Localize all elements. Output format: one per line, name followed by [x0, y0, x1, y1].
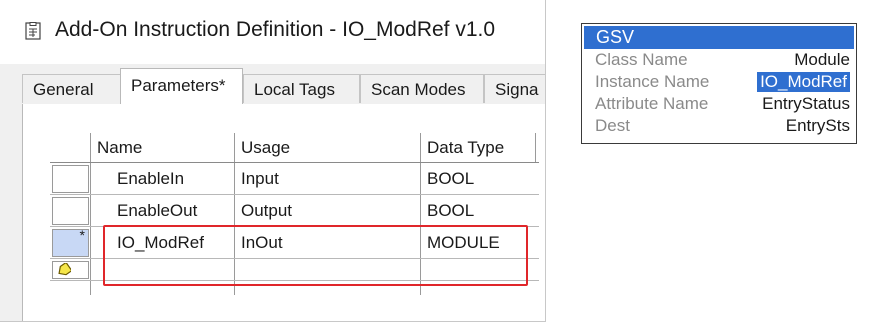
tab-parameters[interactable]: Parameters*	[120, 68, 243, 104]
dialog-title: Add-On Instruction Definition - IO_ModRe…	[55, 18, 496, 41]
grid-divider	[535, 133, 536, 162]
row-selector[interactable]	[52, 165, 89, 193]
tab-scan-modes[interactable]: Scan Modes	[360, 74, 484, 103]
grid-divider	[50, 162, 539, 163]
gsv-field-label: Dest	[595, 116, 630, 135]
gsv-field-label: Attribute Name	[595, 94, 709, 113]
add-on-instruction-icon	[25, 22, 41, 40]
column-header-usage[interactable]: Usage	[235, 133, 421, 162]
param-name[interactable]: EnableIn	[117, 164, 184, 194]
gsv-instruction-block[interactable]: GSV Class Name Module Instance Name IO_M…	[581, 23, 857, 144]
column-header-data-type[interactable]: Data Type	[421, 133, 539, 162]
gsv-field-value-selected[interactable]: IO_ModRef	[757, 72, 850, 92]
param-usage[interactable]: Output	[241, 196, 292, 226]
edit-marker: *	[79, 227, 85, 243]
tab-strip: General Parameters* Local Tags Scan Mode…	[22, 68, 545, 105]
row-selector[interactable]	[52, 197, 89, 225]
gsv-field-value[interactable]: EntryStatus	[762, 94, 850, 114]
gsv-field-value[interactable]: EntrySts	[786, 116, 850, 136]
tab-general[interactable]: General	[22, 74, 121, 103]
tab-signature[interactable]: Signa	[484, 74, 545, 103]
highlight-annotation	[103, 225, 528, 286]
aoi-definition-dialog: Add-On Instruction Definition - IO_ModRe…	[0, 0, 546, 322]
column-header-name[interactable]: Name	[91, 133, 235, 162]
param-name[interactable]: EnableOut	[117, 196, 197, 226]
grid-divider	[50, 194, 539, 195]
tab-local-tags[interactable]: Local Tags	[243, 74, 360, 103]
new-row-icon	[57, 261, 73, 282]
gsv-title: GSV	[584, 26, 854, 49]
grid-divider	[90, 133, 91, 295]
gsv-field-label: Instance Name	[595, 72, 710, 91]
param-data-type[interactable]: BOOL	[427, 164, 474, 194]
param-data-type[interactable]: BOOL	[427, 196, 474, 226]
row-selector-new[interactable]	[52, 261, 89, 279]
gsv-field-value[interactable]: Module	[794, 50, 850, 70]
dialog-titlebar: Add-On Instruction Definition - IO_ModRe…	[0, 0, 545, 64]
row-selector-selected[interactable]: *	[52, 227, 89, 257]
gsv-field-label: Class Name	[595, 50, 688, 69]
param-usage[interactable]: Input	[241, 164, 279, 194]
